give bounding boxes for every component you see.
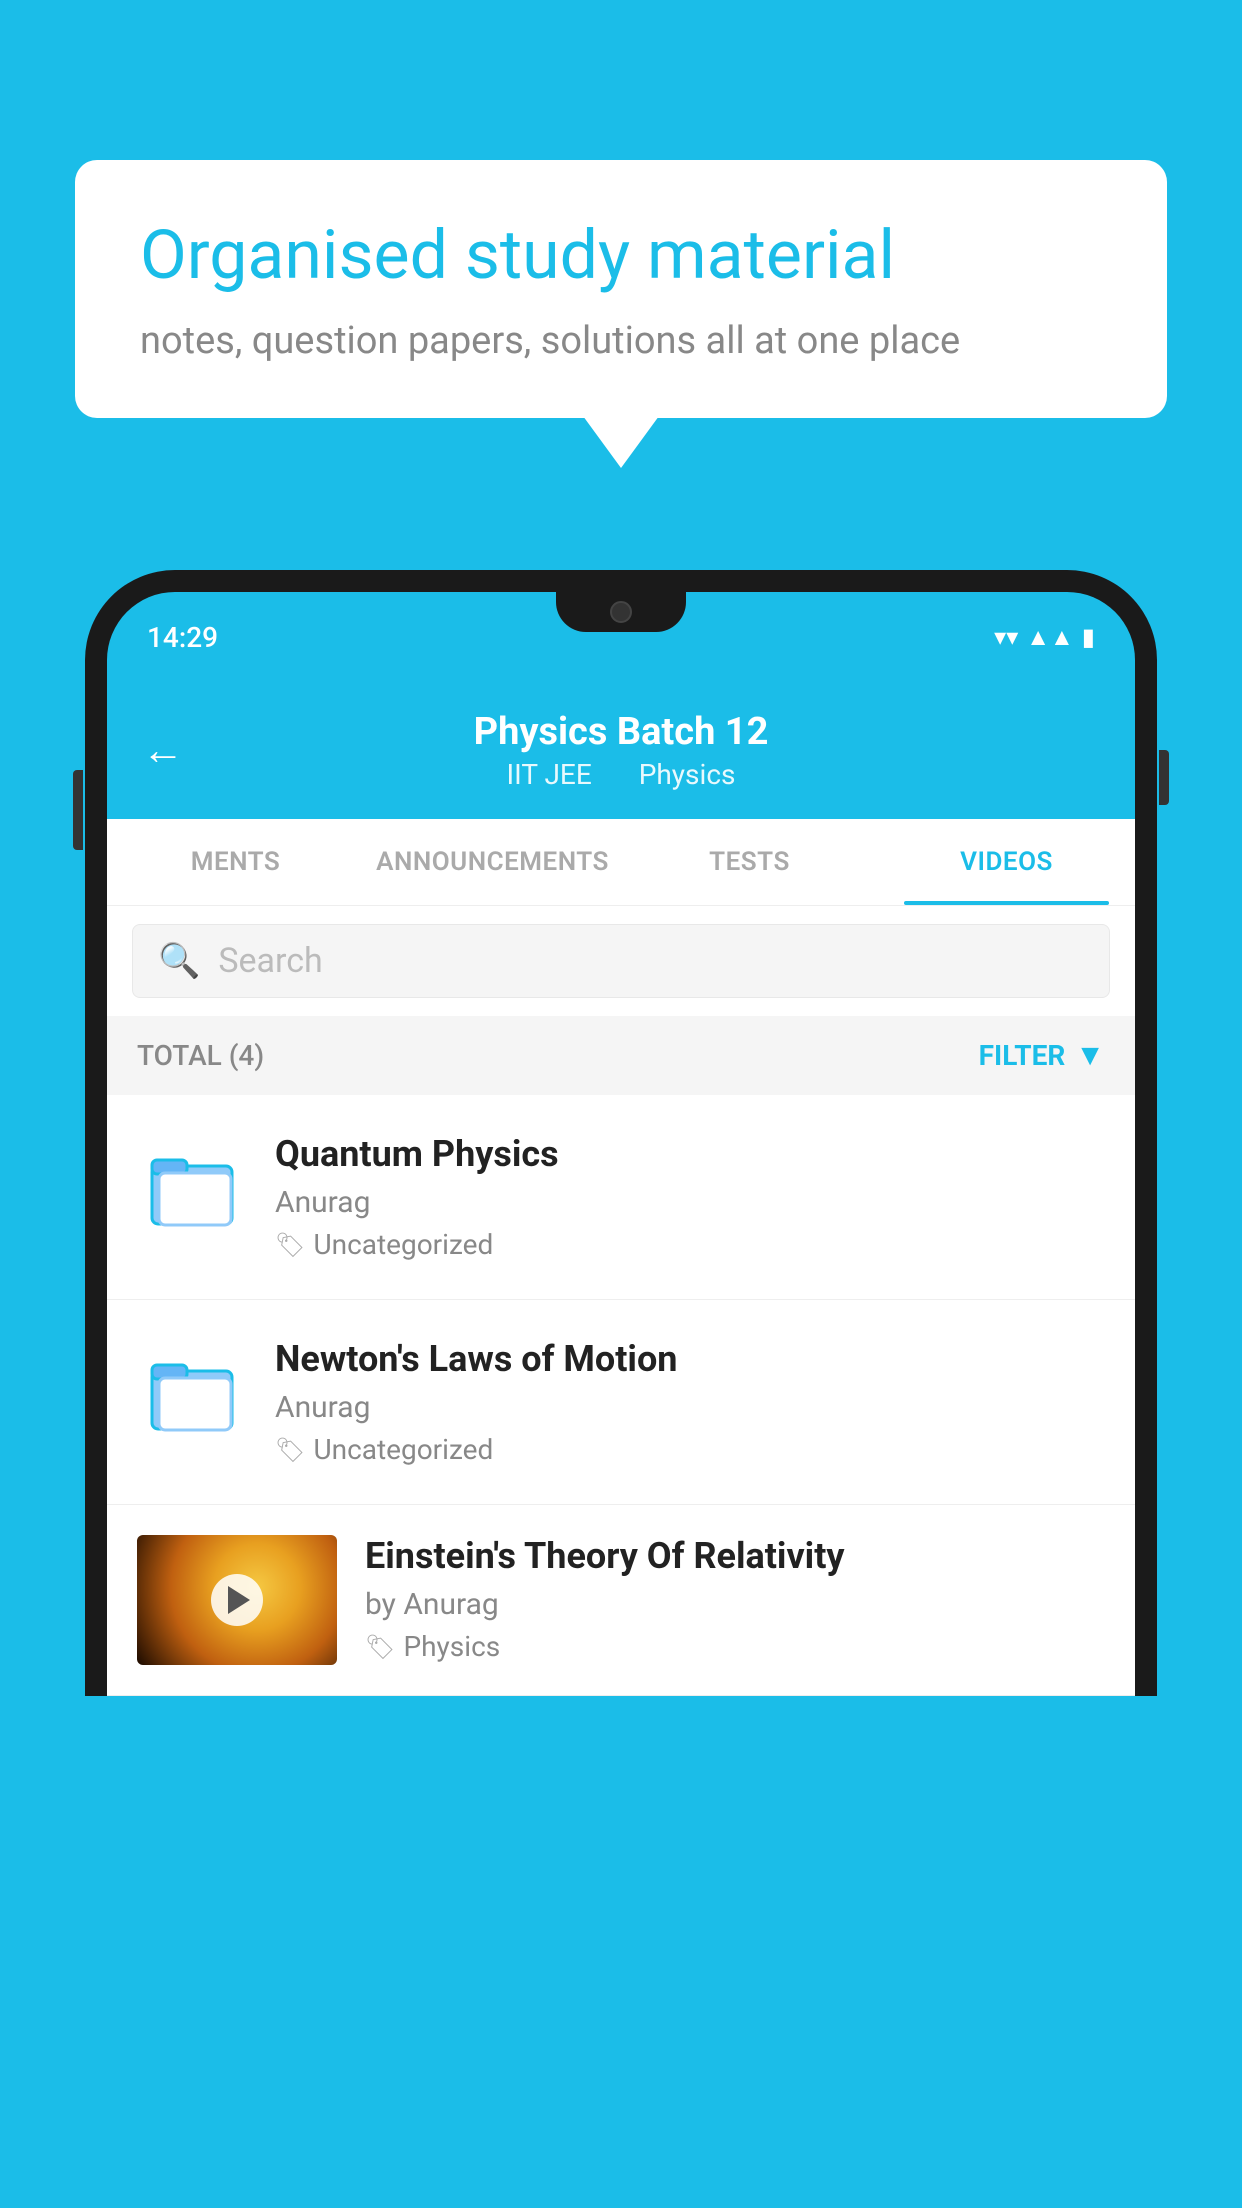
battery-icon: ▮ [1082,623,1095,651]
phone-outer: 14:29 ▾▾ ▲▲ ▮ ← Physics Batch 12 IIT JEE… [85,570,1157,1696]
video-item-2[interactable]: Newton's Laws of Motion Anurag 🏷 Uncateg… [107,1300,1135,1505]
video-thumbnail-1 [137,1133,247,1243]
video-tag-label-2: Uncategorized [313,1433,493,1466]
folder-icon-2 [147,1348,237,1438]
header-title-block: Physics Batch 12 IIT JEE Physics [474,710,769,791]
wifi-icon: ▾▾ [994,623,1018,651]
signal-icon: ▲▲ [1026,623,1074,652]
video-title-1: Quantum Physics [275,1133,1105,1175]
camera-dot [610,601,632,623]
video-thumbnail-3 [137,1535,337,1665]
filter-label: FILTER [979,1039,1066,1072]
video-info-2: Newton's Laws of Motion Anurag 🏷 Uncateg… [275,1338,1105,1466]
status-icons: ▾▾ ▲▲ ▮ [994,623,1095,652]
bubble-title: Organised study material [140,215,1102,297]
video-tag-label-1: Uncategorized [313,1228,493,1261]
video-info-3: Einstein's Theory Of Relativity by Anura… [365,1535,1105,1663]
video-author-2: Anurag [275,1390,1105,1425]
phone-notch [556,592,686,632]
speech-bubble-container: Organised study material notes, question… [75,160,1167,418]
header-title: Physics Batch 12 [474,710,769,754]
header-subtitle-right: Physics [639,758,736,791]
video-author-1: Anurag [275,1185,1105,1220]
filter-bar: TOTAL (4) FILTER ▼ [107,1016,1135,1095]
tag-icon-2: 🏷 [275,1436,305,1464]
tab-announcements[interactable]: ANNOUNCEMENTS [364,819,621,905]
video-info-1: Quantum Physics Anurag 🏷 Uncategorized [275,1133,1105,1261]
video-tag-1: 🏷 Uncategorized [275,1228,1105,1261]
video-item-1[interactable]: Quantum Physics Anurag 🏷 Uncategorized [107,1095,1135,1300]
search-container: 🔍 Search [107,906,1135,1016]
video-item-3[interactable]: Einstein's Theory Of Relativity by Anura… [107,1505,1135,1696]
status-time: 14:29 [147,621,218,654]
tag-icon-3: 🏷 [365,1633,395,1661]
tabs-bar: MENTS ANNOUNCEMENTS TESTS VIDEOS [107,819,1135,906]
play-button-overlay[interactable] [211,1574,263,1626]
video-tag-label-3: Physics [403,1630,500,1663]
video-title-2: Newton's Laws of Motion [275,1338,1105,1380]
header-subtitle: IIT JEE Physics [474,758,769,791]
tab-tests[interactable]: TESTS [621,819,878,905]
back-button[interactable]: ← [142,726,184,775]
header-subtitle-left: IIT JEE [507,758,592,791]
phone-volume-buttons [73,770,83,850]
search-bar[interactable]: 🔍 Search [132,924,1110,998]
folder-icon [147,1143,237,1233]
filter-funnel-icon: ▼ [1075,1038,1105,1073]
speech-bubble: Organised study material notes, question… [75,160,1167,418]
bubble-subtitle: notes, question papers, solutions all at… [140,319,1102,363]
video-author-3: by Anurag [365,1587,1105,1622]
tag-icon-1: 🏷 [275,1231,305,1259]
video-title-3: Einstein's Theory Of Relativity [365,1535,1105,1577]
phone-frame: 14:29 ▾▾ ▲▲ ▮ ← Physics Batch 12 IIT JEE… [85,570,1157,2208]
video-tag-2: 🏷 Uncategorized [275,1433,1105,1466]
play-triangle-icon [228,1586,250,1614]
tab-ments[interactable]: MENTS [107,819,364,905]
total-count: TOTAL (4) [137,1039,264,1072]
app-header: ← Physics Batch 12 IIT JEE Physics [107,682,1135,819]
status-bar: 14:29 ▾▾ ▲▲ ▮ [107,592,1135,682]
filter-button[interactable]: FILTER ▼ [979,1038,1105,1073]
search-icon: 🔍 [158,941,200,981]
video-thumbnail-2 [137,1338,247,1448]
video-tag-3: 🏷 Physics [365,1630,1105,1663]
phone-power-button [1159,750,1169,805]
search-input[interactable]: Search [218,941,322,981]
tab-videos[interactable]: VIDEOS [878,819,1135,905]
content-area: Quantum Physics Anurag 🏷 Uncategorized [107,1095,1135,1696]
